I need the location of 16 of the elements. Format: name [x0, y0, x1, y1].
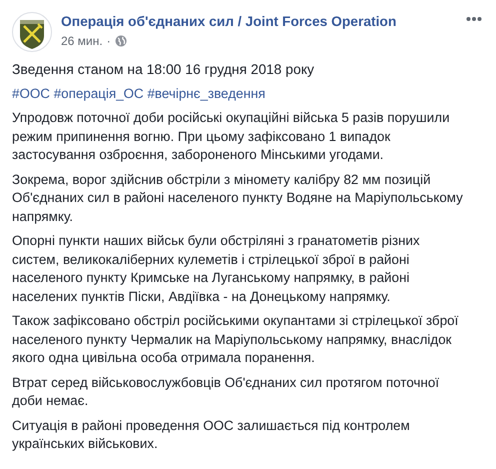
hashtag-link[interactable]: #операція_ОС — [54, 86, 144, 100]
post-paragraph: Втрат серед військовослужбовців Об'єднаних сил протягом поточної доби немає. — [12, 374, 440, 410]
post-heading: Зведення станом на 18:00 16 грудня 2018 року — [12, 60, 316, 78]
emblem-icon — [12, 12, 52, 52]
post-paragraph: Упродовж поточної доби російські окупаційні війська 5 разів порушили режим припинення вогню. При цьому зафіксовано 1 випадок застосування озброєння, забороненого Мінськими угодами. — [12, 109, 451, 164]
post-paragraph: Зокрема, ворог здійснив обстріли з міномету калібру 82 мм позицій Об'єднаних сил в районі населеного пункту Водяне на Маріупольському напрямку. — [12, 170, 464, 226]
hashtag-link[interactable]: #ООС — [12, 86, 50, 100]
page-name-link[interactable]: Операція об'єднаних сил / Joint Forces Operation — [61, 13, 396, 31]
hashtag-link[interactable]: #вечірнє_зведення — [147, 86, 266, 100]
timestamp-link[interactable]: 26 мин. — [61, 33, 103, 49]
more-options-icon[interactable] — [466, 16, 482, 22]
post-paragraph: Також зафіксовано обстріл російськими окупантами зі стрілецької зброї населеного пункту Чермалик на Маріупольському напрямку, внаслідок якого одна цивільна особа отримала поранення. — [12, 312, 460, 367]
post-paragraph: Опорні пункти наших військ були обстріляні з гранатометів різних систем, великокаліберних кулеметів і стрілецької зброї в районі населеного пункту Кримське на Луганському напрямку, в районі населених пунктів Піски, Авдіївка - на Донецькому напрямку. — [12, 232, 421, 306]
post-paragraph: Ситуація в районі проведення ООС залишається під контролем українських військових. — [12, 416, 411, 453]
separator: · — [106, 33, 111, 49]
globe-icon — [114, 35, 127, 47]
